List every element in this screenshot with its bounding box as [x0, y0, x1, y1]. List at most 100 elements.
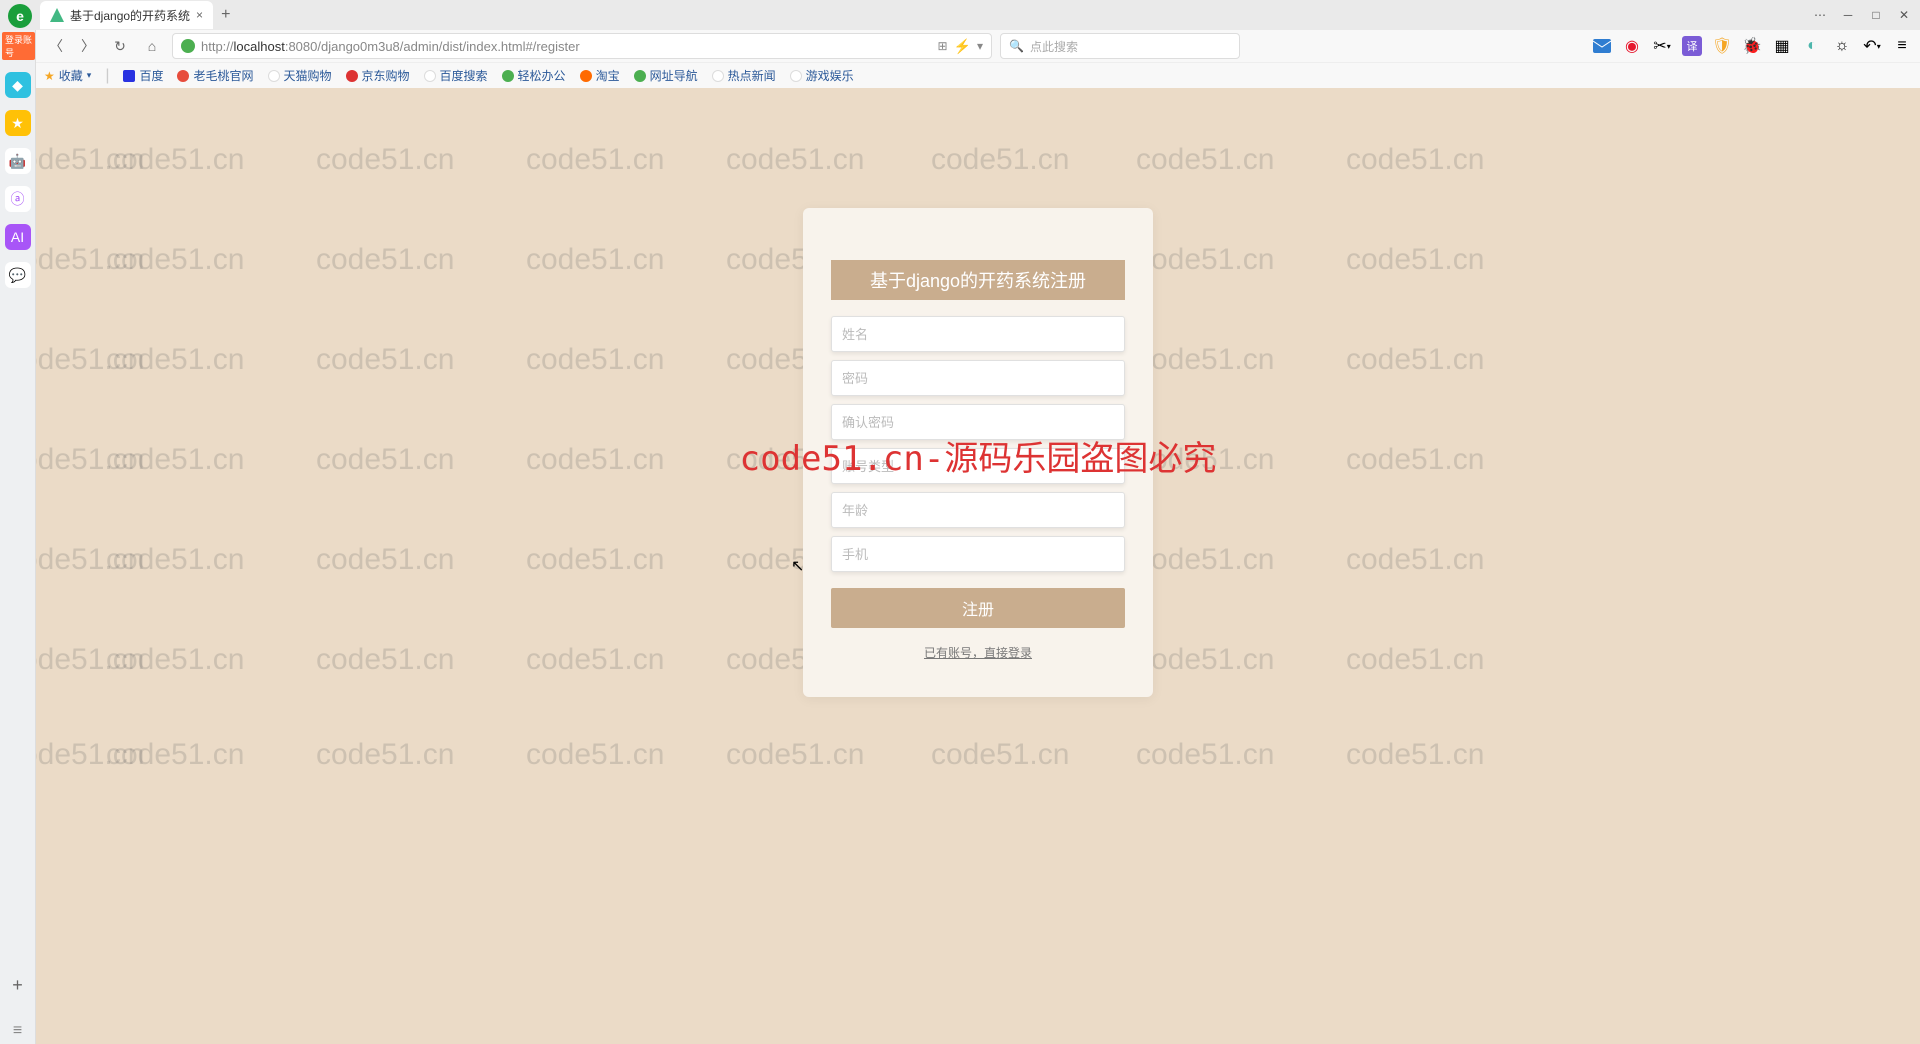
apps-icon[interactable]: ▦ — [1772, 36, 1792, 56]
new-tab-button[interactable]: + — [221, 6, 230, 24]
search-box[interactable]: 🔍 点此搜索 — [1000, 33, 1240, 59]
address-right: ⊞ ⚡ ▾ — [937, 38, 983, 55]
watermark-text: code51.cn — [1346, 343, 1484, 377]
tab-bar: 基于django的开药系统 × + ⋯ ─ □ ✕ — [0, 0, 1920, 30]
password-input[interactable] — [831, 360, 1125, 396]
tmall-icon — [268, 70, 280, 82]
chevron-down-icon[interactable]: ▾ — [977, 39, 983, 53]
close-window-button[interactable]: ✕ — [1896, 7, 1912, 23]
watermark-text: code51.cn — [316, 443, 454, 477]
browser-chrome: e 基于django的开药系统 × + ⋯ ─ □ ✕ 〈 〉 ↻ ⌂ http… — [0, 0, 1920, 89]
watermark-text: code51.cn — [1136, 343, 1274, 377]
mail-icon[interactable] — [1592, 36, 1612, 56]
watermark-text: code51.cn — [1346, 643, 1484, 677]
sidebar-ai-icon[interactable]: ⓐ — [5, 186, 31, 212]
home-button[interactable]: ⌂ — [140, 34, 164, 58]
toolbar-icons: ◉ ✂▾ 译 🛡 🐞 ▦ ◐ ☼ ↶▾ ≡ — [1592, 36, 1912, 56]
watermark-text: code51.cn — [36, 738, 144, 772]
watermark-text: code51.cn — [316, 643, 454, 677]
scissors-icon[interactable]: ✂▾ — [1652, 36, 1672, 56]
watermark-text: code51.cn — [316, 143, 454, 177]
address-bar-row: 〈 〉 ↻ ⌂ http://localhost:8080/django0m3u… — [0, 30, 1920, 62]
sidebar-star-icon[interactable]: ★ — [5, 110, 31, 136]
watermark-text: code51.cn — [36, 343, 144, 377]
vue-favicon-icon — [50, 8, 64, 22]
bookmark-news[interactable]: 热点新闻 — [712, 67, 776, 84]
translate-icon[interactable]: 译 — [1682, 36, 1702, 56]
tab-close-icon[interactable]: × — [196, 8, 203, 22]
bookmark-jd[interactable]: 京东购物 — [346, 67, 410, 84]
weibo-icon[interactable]: ◉ — [1622, 36, 1642, 56]
watermark-text: code51.cn — [526, 143, 664, 177]
sidebar-ai2-icon[interactable]: AI — [5, 224, 31, 250]
sidebar-list-icon[interactable]: ≡ — [5, 1018, 31, 1044]
watermark-text: code51.cn — [106, 243, 244, 277]
qr-icon[interactable]: ⊞ — [937, 39, 947, 53]
browser-tab[interactable]: 基于django的开药系统 × — [40, 1, 213, 29]
name-input[interactable] — [831, 316, 1125, 352]
watermark-text: code51.cn — [1136, 543, 1274, 577]
watermark-text: code51.cn — [1346, 543, 1484, 577]
bookmark-tmall[interactable]: 天猫购物 — [268, 67, 332, 84]
confirm-password-input[interactable] — [831, 404, 1125, 440]
restore-icon[interactable]: ↶▾ — [1862, 36, 1882, 56]
bookmark-office[interactable]: 轻松办公 — [502, 67, 566, 84]
bookmark-laomaotao[interactable]: 老毛桃官网 — [177, 67, 253, 84]
bookmark-nav[interactable]: 网址导航 — [634, 67, 698, 84]
news-icon — [712, 70, 724, 82]
age-input[interactable] — [831, 492, 1125, 528]
bookmark-taobao[interactable]: 淘宝 — [580, 67, 620, 84]
office-icon — [502, 70, 514, 82]
back-button[interactable]: 〈 — [44, 34, 68, 58]
watermark-text: code51.cn — [316, 243, 454, 277]
watermark-text: code51.cn — [316, 343, 454, 377]
laomaotao-icon — [177, 70, 189, 82]
watermark-text: code51.cn — [36, 443, 144, 477]
main-menu-icon[interactable]: ≡ — [1892, 36, 1912, 56]
menu-icon[interactable]: ⋯ — [1812, 7, 1828, 23]
login-link[interactable]: 已有账号，直接登录 — [831, 644, 1125, 661]
bug-icon[interactable]: 🐞 — [1742, 36, 1762, 56]
url-text: http://localhost:8080/django0m3u8/admin/… — [201, 39, 580, 54]
settings-icon[interactable]: ☼ — [1832, 36, 1852, 56]
reload-button[interactable]: ↻ — [108, 34, 132, 58]
bookmark-baidu-search[interactable]: 百度搜索 — [424, 67, 488, 84]
watermark-text: code51.cn — [106, 643, 244, 677]
watermark-text: code51.cn — [106, 143, 244, 177]
sidebar-add-button[interactable]: + — [12, 975, 23, 996]
site-shield-icon — [181, 39, 195, 53]
watermark-text: code51.cn — [106, 443, 244, 477]
bookmark-bar: ★收藏▾ | 百度 老毛桃官网 天猫购物 京东购物 百度搜索 轻松办公 淘宝 网… — [0, 62, 1920, 88]
sidebar-bot-icon[interactable]: 🤖 — [5, 148, 31, 174]
watermark-text: code51.cn — [36, 643, 144, 677]
phone-input[interactable] — [831, 536, 1125, 572]
watermark-text: code51.cn — [1136, 643, 1274, 677]
watermark-text: code51.cn — [526, 443, 664, 477]
watermark-text: code51.cn — [1346, 243, 1484, 277]
window-controls: ⋯ ─ □ ✕ — [1812, 4, 1912, 26]
watermark-text: code51.cn — [106, 343, 244, 377]
shield-icon[interactable]: 🛡 — [1712, 36, 1732, 56]
extension-icon[interactable]: ◐ — [1802, 36, 1822, 56]
bookmark-games[interactable]: 游戏娱乐 — [790, 67, 854, 84]
card-title: 基于django的开药系统注册 — [831, 260, 1125, 300]
page-viewport: code51.cncode51.cncode51.cncode51.cncode… — [36, 88, 1920, 1044]
speed-icon[interactable]: ⚡ — [954, 38, 971, 55]
minimize-button[interactable]: ─ — [1840, 7, 1856, 23]
watermark-text: code51.cn — [1136, 443, 1274, 477]
watermark-text: code51.cn — [36, 543, 144, 577]
bookmark-baidu[interactable]: 百度 — [123, 67, 163, 84]
login-badge[interactable]: 登录账号 — [2, 32, 35, 60]
favorites-button[interactable]: ★收藏▾ — [44, 67, 91, 84]
register-button[interactable]: 注册 — [831, 588, 1125, 628]
sidebar-chat-icon[interactable]: 💬 — [5, 262, 31, 288]
sidebar-app-1[interactable]: ◆ — [5, 72, 31, 98]
taobao-icon — [580, 70, 592, 82]
browser-logo-icon[interactable]: e — [8, 4, 32, 28]
forward-button[interactable]: 〉 — [76, 34, 100, 58]
watermark-text: code51.cn — [931, 143, 1069, 177]
maximize-button[interactable]: □ — [1868, 7, 1884, 23]
address-bar[interactable]: http://localhost:8080/django0m3u8/admin/… — [172, 33, 992, 59]
account-type-input[interactable] — [831, 448, 1125, 484]
watermark-text: code51.cn — [726, 738, 864, 772]
